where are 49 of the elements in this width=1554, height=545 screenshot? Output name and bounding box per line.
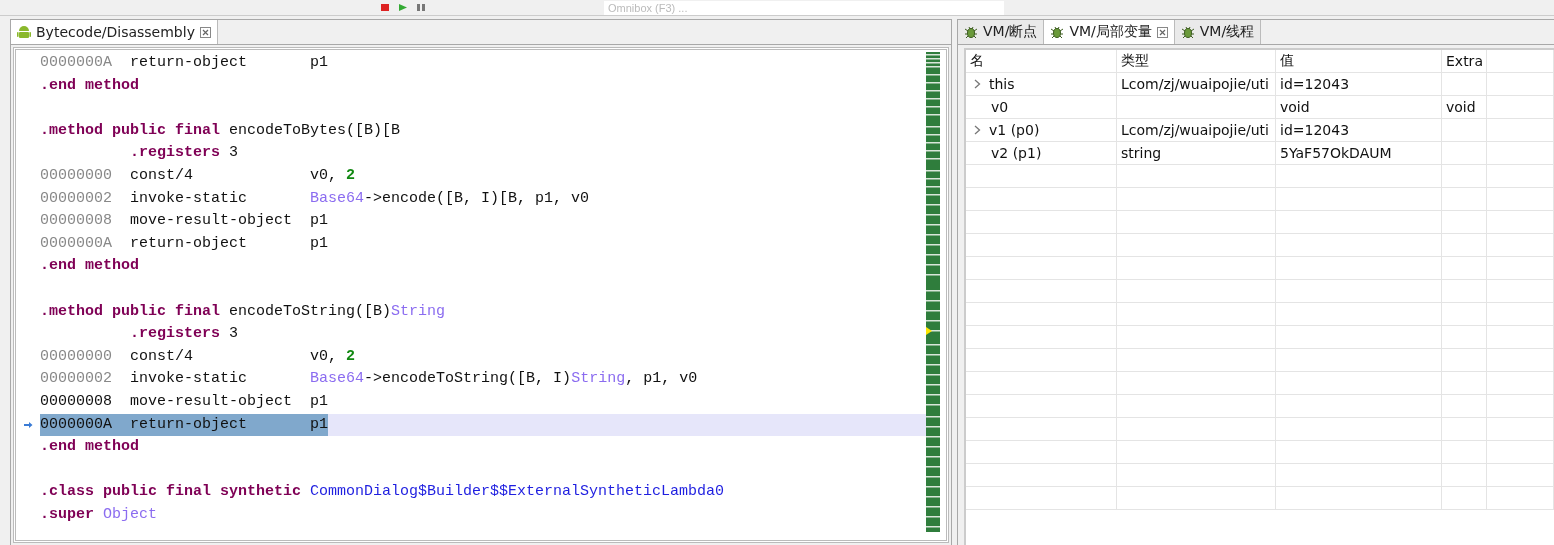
expand-chevron-icon[interactable] <box>974 125 981 135</box>
omnibox-field[interactable]: Omnibox (F3) ... <box>604 0 1004 15</box>
table-cell: this <box>989 76 1015 92</box>
code-line: .class public final synthetic CommonDialog$Builder$$ExternalSyntheticLambda0 <box>40 482 725 503</box>
table-cell: v0 <box>991 99 1009 115</box>
code-line: 0000000A return-object p1 <box>40 53 329 73</box>
table-cell: void <box>1446 99 1476 115</box>
code-line: .registers 3 <box>130 324 239 345</box>
code-line: 00000000 const/4 v0, 2 <box>40 346 356 367</box>
code-line: 00000002 invoke-static Base64->encode([B, I)[B, p1, v0 <box>40 188 590 209</box>
stop-icon[interactable] <box>380 3 390 12</box>
table-cell: v2 (p1) <box>991 145 1042 161</box>
table-cell: id=12043 <box>1280 76 1350 92</box>
column-header[interactable]: 类型 <box>1117 50 1276 72</box>
code-line: .end method <box>40 437 140 458</box>
table-cell: v1 (p0) <box>989 122 1040 138</box>
bug-icon <box>1180 25 1195 39</box>
play-icon[interactable] <box>398 3 408 12</box>
debug-tab[interactable]: VM/断点 <box>958 20 1045 44</box>
close-icon[interactable] <box>1156 26 1168 38</box>
expand-chevron-icon[interactable] <box>974 79 981 89</box>
column-header[interactable]: 值 <box>1276 50 1442 72</box>
table-cell: Lcom/zj/wuaipojie/uti <box>1121 76 1269 92</box>
debug-tab[interactable]: VM/线程 <box>1174 20 1262 44</box>
table-cell: void <box>1280 99 1310 115</box>
pause-icon[interactable] <box>416 3 426 12</box>
bug-icon <box>964 25 978 39</box>
table-cell: 5YaF57OkDAUM <box>1280 145 1392 161</box>
code-line: .method public final encodeToString([B)String <box>40 301 446 322</box>
table-cell: id=12043 <box>1280 122 1350 138</box>
code-line: 0000000A return-object p1 <box>40 233 329 254</box>
code-line: .registers 3 <box>130 143 239 164</box>
android-icon <box>17 24 31 40</box>
code-line: 00000008 move-result-object p1 <box>40 391 329 412</box>
code-line: 00000000 const/4 v0, 2 <box>40 165 356 186</box>
column-header[interactable]: Extra <box>1442 50 1487 72</box>
column-header[interactable]: 名 <box>966 50 1117 72</box>
bug-icon <box>1050 25 1065 39</box>
close-icon[interactable] <box>199 26 211 38</box>
code-line: .end method <box>40 256 140 277</box>
code-line: .super Object <box>40 504 158 525</box>
editor-tab[interactable]: Bytecode/Disassembly <box>11 20 218 44</box>
code-line: 00000002 invoke-static Base64->encodeToString([B, I)String, p1, v0 <box>40 369 698 390</box>
debug-tab[interactable]: VM/局部变量 <box>1044 20 1175 44</box>
code-line: .method public final encodeToBytes([B)[B <box>40 120 401 141</box>
table-cell: string <box>1121 145 1162 161</box>
table-cell: Lcom/zj/wuaipojie/uti <box>1121 122 1269 138</box>
code-line: 00000008 move-result-object p1 <box>40 211 329 232</box>
code-line: .end method <box>40 75 140 96</box>
